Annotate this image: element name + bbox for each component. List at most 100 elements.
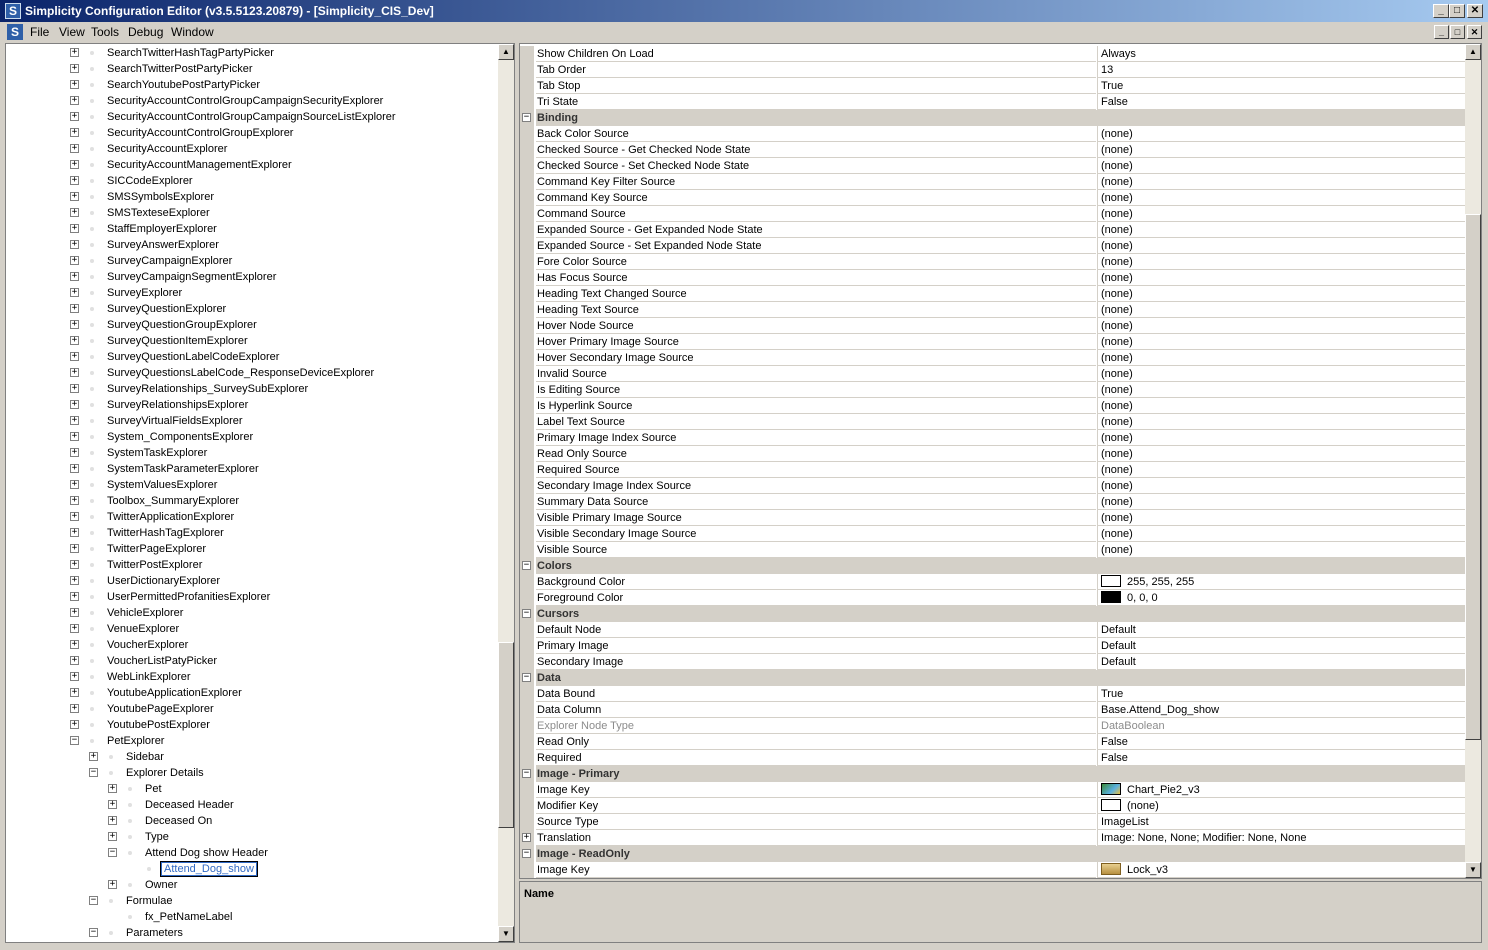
collapse-icon[interactable]: − bbox=[89, 896, 98, 905]
tree-item-label[interactable]: SurveyVirtualFieldsExplorer bbox=[107, 413, 243, 429]
expand-icon[interactable]: + bbox=[522, 833, 531, 842]
expand-icon[interactable]: + bbox=[70, 240, 79, 249]
tree-item[interactable]: + SecurityAccountControlGroupCampaignSour… bbox=[6, 109, 496, 125]
expand-icon[interactable]: + bbox=[70, 176, 79, 185]
property-name[interactable]: Source Type bbox=[536, 814, 1096, 830]
property-name[interactable]: Background Color bbox=[536, 574, 1096, 590]
tree-item[interactable]: + TwitterApplicationExplorer bbox=[6, 509, 496, 525]
property-row[interactable]: Read Only Source (none) bbox=[520, 446, 1465, 462]
property-value[interactable]: (none) bbox=[1097, 302, 1465, 318]
property-value[interactable]: Base.Attend_Dog_show bbox=[1097, 702, 1465, 718]
tree-item[interactable]: + SurveyQuestionItemExplorer bbox=[6, 333, 496, 349]
property-row[interactable]: Checked Source - Get Checked Node State (… bbox=[520, 142, 1465, 158]
expand-icon[interactable]: + bbox=[70, 448, 79, 457]
tree-item-label[interactable]: WebLinkExplorer bbox=[107, 669, 191, 685]
property-name[interactable]: Modifier Key bbox=[536, 798, 1096, 814]
collapse-icon[interactable]: − bbox=[522, 673, 531, 682]
property-name[interactable]: Checked Source - Set Checked Node State bbox=[536, 158, 1096, 174]
expand-icon[interactable]: + bbox=[70, 384, 79, 393]
tree-item-label[interactable]: SystemTaskExplorer bbox=[107, 445, 207, 461]
tree-item-label[interactable]: SurveyQuestionLabelCodeExplorer bbox=[107, 349, 279, 365]
tree-item[interactable]: + SurveyQuestionGroupExplorer bbox=[6, 317, 496, 333]
property-name[interactable]: Expanded Source - Get Expanded Node Stat… bbox=[536, 222, 1096, 238]
tree-item[interactable]: + VoucherExplorer bbox=[6, 637, 496, 653]
tree-item-label[interactable]: Sidebar bbox=[126, 749, 164, 765]
tree-item[interactable]: + SearchTwitterHashTagPartyPicker bbox=[6, 45, 496, 61]
property-value[interactable]: False bbox=[1097, 734, 1465, 750]
property-name[interactable]: Invalid Source bbox=[536, 366, 1096, 382]
property-category[interactable]: − Binding bbox=[520, 110, 1465, 126]
menu-view[interactable]: View bbox=[59, 25, 85, 39]
collapse-icon[interactable]: − bbox=[522, 113, 531, 122]
menu-window[interactable]: Window bbox=[171, 25, 214, 39]
collapse-icon[interactable]: − bbox=[522, 609, 531, 618]
property-name[interactable]: Expanded Source - Set Expanded Node Stat… bbox=[536, 238, 1096, 254]
tree-item[interactable]: + TwitterPostExplorer bbox=[6, 557, 496, 573]
expand-icon[interactable]: + bbox=[70, 96, 79, 105]
property-row[interactable]: Image Key Lock_v3 bbox=[520, 862, 1465, 878]
tree-item[interactable]: + UserDictionaryExplorer bbox=[6, 573, 496, 589]
tree-item[interactable]: + SecurityAccountControlGroupExplorer bbox=[6, 125, 496, 141]
tree-item[interactable]: + SurveyQuestionLabelCodeExplorer bbox=[6, 349, 496, 365]
expand-icon[interactable]: + bbox=[70, 208, 79, 217]
property-category[interactable]: − Image - ReadOnly bbox=[520, 846, 1465, 862]
property-row[interactable]: Hover Node Source (none) bbox=[520, 318, 1465, 334]
property-name[interactable]: Secondary Image bbox=[536, 654, 1096, 670]
tree-item[interactable]: + YoutubePostExplorer bbox=[6, 717, 496, 733]
expand-icon[interactable]: + bbox=[70, 272, 79, 281]
expand-icon[interactable]: + bbox=[70, 560, 79, 569]
tree-item[interactable]: + Type bbox=[6, 829, 496, 845]
property-name[interactable]: Has Focus Source bbox=[536, 270, 1096, 286]
property-row[interactable]: Hover Primary Image Source (none) bbox=[520, 334, 1465, 350]
tree-item-label[interactable]: Pet bbox=[145, 781, 162, 797]
tree-item[interactable]: fx_PetNameLabel bbox=[6, 909, 496, 925]
property-value[interactable]: (none) bbox=[1097, 206, 1465, 222]
tree-item-label[interactable]: SystemValuesExplorer bbox=[107, 477, 217, 493]
property-value[interactable]: (none) bbox=[1097, 510, 1465, 526]
property-name[interactable]: Visible Secondary Image Source bbox=[536, 526, 1096, 542]
property-name[interactable]: Checked Source - Get Checked Node State bbox=[536, 142, 1096, 158]
expand-icon[interactable]: + bbox=[70, 496, 79, 505]
property-value[interactable]: (none) bbox=[1097, 494, 1465, 510]
tree-item[interactable]: + StaffEmployerExplorer bbox=[6, 221, 496, 237]
property-row[interactable]: Is Editing Source (none) bbox=[520, 382, 1465, 398]
property-row[interactable]: Back Color Source (none) bbox=[520, 126, 1465, 142]
tree-item-label[interactable]: SMSSymbolsExplorer bbox=[107, 189, 214, 205]
property-name[interactable]: Primary Image Index Source bbox=[536, 430, 1096, 446]
expand-icon[interactable]: + bbox=[70, 464, 79, 473]
property-name[interactable]: Show Children On Load bbox=[536, 46, 1096, 62]
property-value[interactable]: (none) bbox=[1097, 462, 1465, 478]
property-value[interactable]: 255, 255, 255 bbox=[1097, 574, 1465, 590]
tree-item-label[interactable]: SMSTexteseExplorer bbox=[107, 205, 210, 221]
property-row[interactable]: Primary Image Index Source (none) bbox=[520, 430, 1465, 446]
expand-icon[interactable]: + bbox=[70, 416, 79, 425]
expand-icon[interactable]: + bbox=[70, 64, 79, 73]
expand-icon[interactable]: + bbox=[108, 832, 117, 841]
property-row[interactable]: Image Key Chart_Pie2_v3 bbox=[520, 782, 1465, 798]
scroll-up-icon[interactable]: ▲ bbox=[1465, 44, 1481, 60]
scroll-down-icon[interactable]: ▼ bbox=[498, 926, 514, 942]
tree-item-label[interactable]: TwitterPostExplorer bbox=[107, 557, 202, 573]
property-name[interactable]: Read Only Source bbox=[536, 446, 1096, 462]
tree-item-label[interactable]: Type bbox=[145, 829, 169, 845]
expand-icon[interactable]: + bbox=[70, 656, 79, 665]
collapse-icon[interactable]: − bbox=[522, 561, 531, 570]
property-name[interactable]: Tab Order bbox=[536, 62, 1096, 78]
expand-icon[interactable]: + bbox=[70, 608, 79, 617]
tree-item-label[interactable]: SystemTaskParameterExplorer bbox=[107, 461, 259, 477]
property-row[interactable]: Required False bbox=[520, 750, 1465, 766]
property-name[interactable]: Required bbox=[536, 750, 1096, 766]
property-value[interactable]: Default bbox=[1097, 622, 1465, 638]
property-value[interactable]: (none) bbox=[1097, 798, 1465, 814]
collapse-icon[interactable]: − bbox=[70, 736, 79, 745]
property-value[interactable]: False bbox=[1097, 750, 1465, 766]
property-value[interactable]: Always bbox=[1097, 46, 1465, 62]
property-row[interactable]: Data Bound True bbox=[520, 686, 1465, 702]
tree-item-label[interactable]: SecurityAccountControlGroupCampaignSecur… bbox=[107, 93, 383, 109]
expand-icon[interactable]: + bbox=[70, 288, 79, 297]
tree-item[interactable]: + Deceased On bbox=[6, 813, 496, 829]
expand-icon[interactable]: + bbox=[70, 352, 79, 361]
tree-item[interactable]: + SICCodeExplorer bbox=[6, 173, 496, 189]
property-row[interactable]: Checked Source - Set Checked Node State (… bbox=[520, 158, 1465, 174]
property-row[interactable]: Heading Text Source (none) bbox=[520, 302, 1465, 318]
